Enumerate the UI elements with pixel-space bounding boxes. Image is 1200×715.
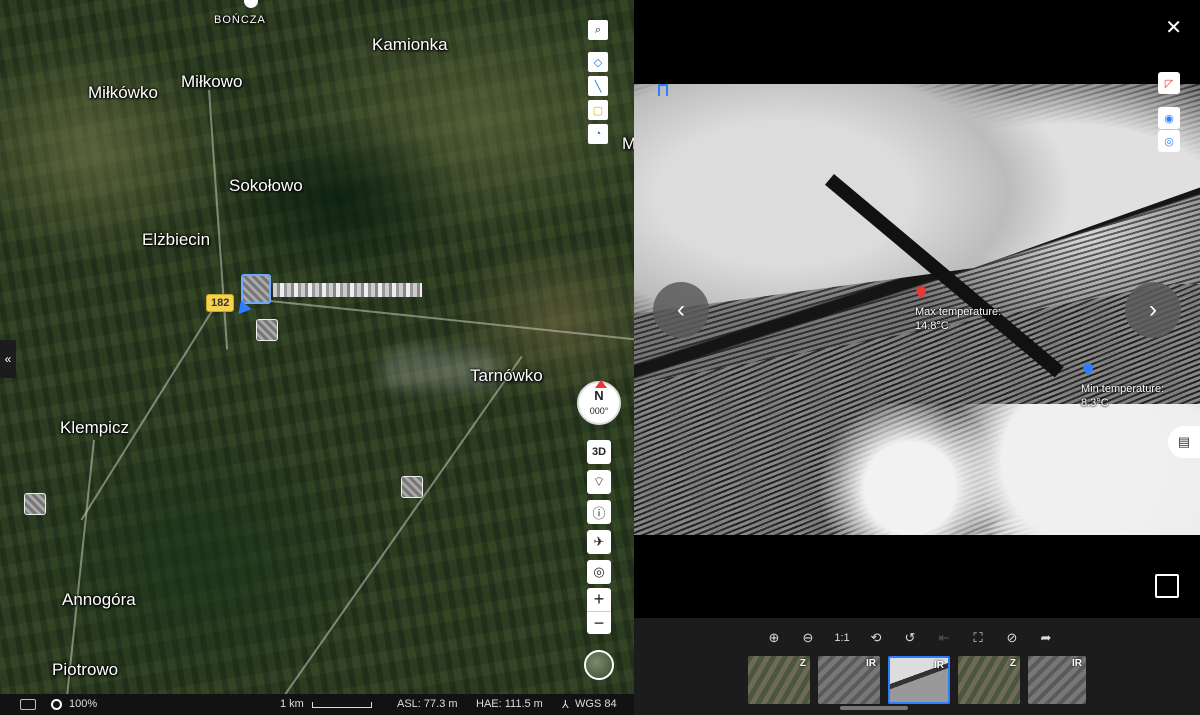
photo-marker[interactable] (256, 319, 278, 341)
thumbnail-tag: Z (1009, 658, 1016, 669)
image-tools: ⊕ ⊖ 1:1 ⟲ ↺ ⇤ ⛶ ⊘ ➦ (764, 628, 1056, 648)
thumbnail[interactable]: IR (1028, 656, 1086, 704)
compass-needle-icon (595, 380, 607, 388)
map-search-tools: ⌕ (588, 20, 608, 40)
area-tool-icon[interactable]: ▢ (588, 100, 608, 120)
zoom-in-icon[interactable]: ⊕ (764, 628, 784, 648)
map-view[interactable]: BOŃCZA Kamionka Miłkowo Miłkówko Sokołow… (0, 0, 634, 715)
keyboard-icon[interactable] (20, 699, 36, 710)
map-layer-toggle[interactable] (584, 650, 614, 680)
visibility-off-icon[interactable]: ◎ (1158, 130, 1180, 152)
compass-heading: 000° (589, 406, 609, 416)
focus-icon[interactable]: ⛶ (968, 628, 988, 648)
view-3d-button[interactable]: 3D (587, 440, 611, 464)
crop-tool-icon[interactable]: ◸ (1158, 72, 1180, 94)
info-icon[interactable]: ⓘ (587, 500, 611, 524)
place-label: Sokołowo (229, 176, 303, 195)
place-label: Tarnówko (470, 366, 543, 385)
wifi-icon[interactable]: ⌔ (587, 470, 611, 494)
hae-readout: HAE: 111.5 m (476, 698, 543, 710)
actual-size-button[interactable]: 1:1 (832, 628, 852, 648)
datum-label: WGS 84 (575, 698, 617, 710)
reset-icon[interactable]: ↺ (900, 628, 920, 648)
line-tool-icon[interactable]: ╲ (588, 76, 608, 96)
thermal-trees (784, 404, 1200, 535)
scale-bar (312, 702, 372, 708)
place-label: Annogóra (62, 590, 136, 609)
min-temp-value: 8.3°C (1081, 397, 1109, 409)
place-label: Klempicz (60, 418, 129, 437)
close-icon[interactable]: ✕ (1165, 18, 1182, 38)
place-label: Miłkówko (88, 83, 158, 102)
compass[interactable]: N 000° (577, 380, 621, 425)
viewer-toolbar: ⊕ ⊖ 1:1 ⟲ ↺ ⇤ ⛶ ⊘ ➦ Z IR IR Z IR (634, 618, 1200, 715)
place-label: Piotrowo (52, 660, 119, 679)
place-label: M (622, 134, 634, 153)
thumbnail[interactable]: IR (818, 656, 880, 704)
place-label: Miłkowo (181, 72, 243, 91)
zoom-out-icon[interactable]: ⊖ (798, 628, 818, 648)
next-image-button[interactable]: › (1125, 282, 1181, 338)
photo-marker[interactable] (24, 493, 46, 515)
thumbnail[interactable]: Z (748, 656, 810, 704)
annotation-tools: ◇ ╲ ▢ ◔ (588, 52, 608, 144)
road (269, 300, 634, 342)
compare-icon: ⇤ (938, 630, 950, 645)
status-bar: 100% 1 km ASL: 77.3 m HAE: 111.5 m ⅄ WGS… (0, 694, 634, 715)
circle-tool-icon[interactable]: ◔ (588, 124, 608, 144)
thumbnail-strip: Z IR IR Z IR (748, 656, 1086, 704)
scale-label: 1 km (280, 698, 304, 710)
hide-annotations-icon[interactable]: ⊘ (1002, 628, 1022, 648)
bookmark-icon[interactable] (658, 84, 668, 96)
collapse-panel-button[interactable]: « (0, 340, 16, 378)
thumbnail-selected[interactable]: IR (888, 656, 950, 704)
thumbnail-tag: IR (934, 660, 944, 671)
zoom-in-button[interactable]: + (587, 588, 611, 612)
place-label: BOŃCZA (214, 14, 266, 26)
location-pin-icon[interactable] (244, 0, 258, 8)
redacted-label (273, 283, 422, 297)
visibility-icon[interactable]: ◉ (1158, 107, 1180, 129)
zoom-out-button[interactable]: − (587, 612, 611, 635)
max-temp-annotation: Max temperature: 14.8°C (915, 305, 1001, 333)
road (80, 298, 220, 521)
max-temp-value: 14.8°C (915, 320, 949, 332)
photo-marker[interactable] (401, 476, 423, 498)
comment-icon[interactable]: ▤ (1168, 426, 1200, 458)
thumbnail-scrollbar[interactable] (840, 706, 908, 710)
zoom-ring-icon (51, 699, 62, 710)
locate-icon[interactable]: ◎ (587, 560, 611, 584)
place-label: Kamionka (372, 35, 448, 54)
asl-readout: ASL: 77.3 m (397, 698, 458, 710)
thermal-upper-field (634, 84, 1200, 314)
place-label: Elżbiecin (142, 230, 211, 249)
datum-icon: ⅄ (562, 699, 569, 711)
aircraft-icon[interactable]: ✈ (587, 530, 611, 554)
road (280, 355, 523, 702)
road-number-badge: 182 (206, 294, 235, 312)
fullscreen-icon[interactable] (1155, 574, 1179, 598)
min-temp-label: Min temperature: (1081, 383, 1165, 395)
min-temp-annotation: Min temperature: 8.3°C (1081, 382, 1164, 410)
image-viewer: ✕ (634, 0, 1200, 715)
rotate-icon[interactable]: ⟲ (866, 628, 886, 648)
thumbnail-tag: IR (866, 658, 876, 669)
zoom-control: + − (587, 588, 611, 634)
search-icon[interactable]: ⌕ (588, 20, 608, 40)
pin-tool-icon[interactable]: ◇ (588, 52, 608, 72)
compass-letter: N (594, 388, 604, 403)
zoom-percent: 100% (69, 698, 98, 710)
share-icon[interactable]: ➦ (1036, 628, 1056, 648)
previous-image-button[interactable]: ‹ (653, 282, 709, 338)
thumbnail[interactable]: Z (958, 656, 1020, 704)
thumbnail-tag: IR (1072, 658, 1082, 669)
max-temp-label: Max temperature: (915, 306, 1002, 318)
thumbnail-tag: Z (799, 658, 806, 669)
